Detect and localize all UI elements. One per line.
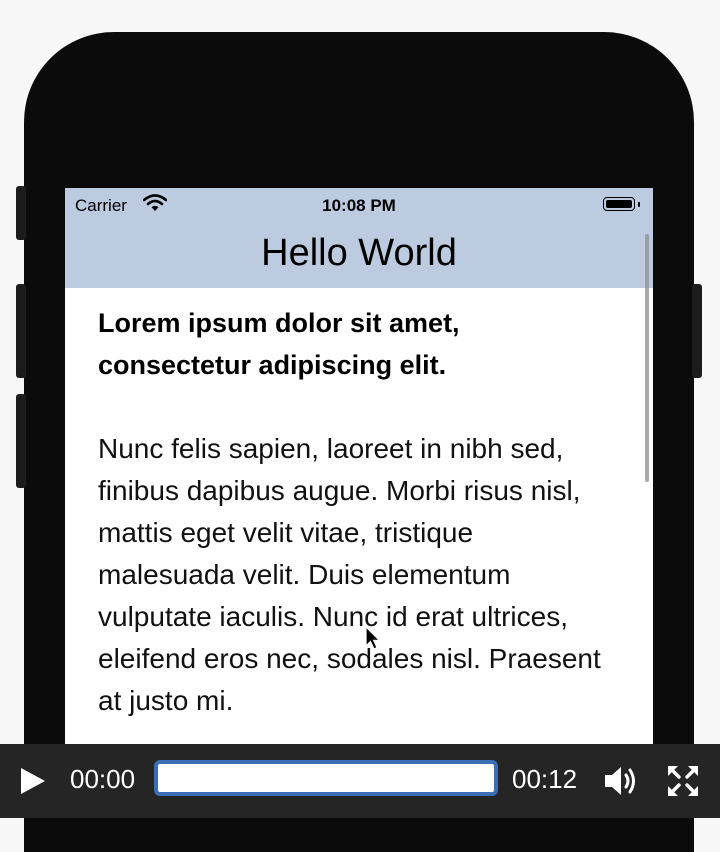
battery-icon [603,197,635,211]
battery-nub [638,202,640,207]
status-bar: Carrier 10:08 PM [65,188,653,222]
volume-icon[interactable] [602,762,640,800]
phone-side-button-left-1 [16,186,26,240]
phone-screen[interactable]: Carrier 10:08 PM Hello World Lorem ipsum… [65,188,653,748]
fullscreen-icon[interactable] [666,764,700,798]
phone-side-button-left-3 [16,394,26,488]
play-icon[interactable] [18,765,48,797]
content-heading: Lorem ipsum dolor sit amet, consectetur … [98,308,460,380]
navigation-bar: Hello World [65,222,653,288]
page-title: Hello World [261,232,457,274]
status-time: 10:08 PM [322,196,396,215]
phone-side-button-left-2 [16,284,26,378]
current-time: 00:00 [70,764,136,794]
phone-side-button-right [692,284,702,378]
content-body: Nunc felis sapien, laoreet in nibh sed, … [98,433,601,716]
scroll-indicator[interactable] [645,234,649,482]
mouse-cursor-icon [365,626,381,650]
video-player-controls: 00:00 00:12 [0,744,720,818]
progress-bar[interactable] [154,760,498,796]
total-time: 00:12 [512,764,578,794]
